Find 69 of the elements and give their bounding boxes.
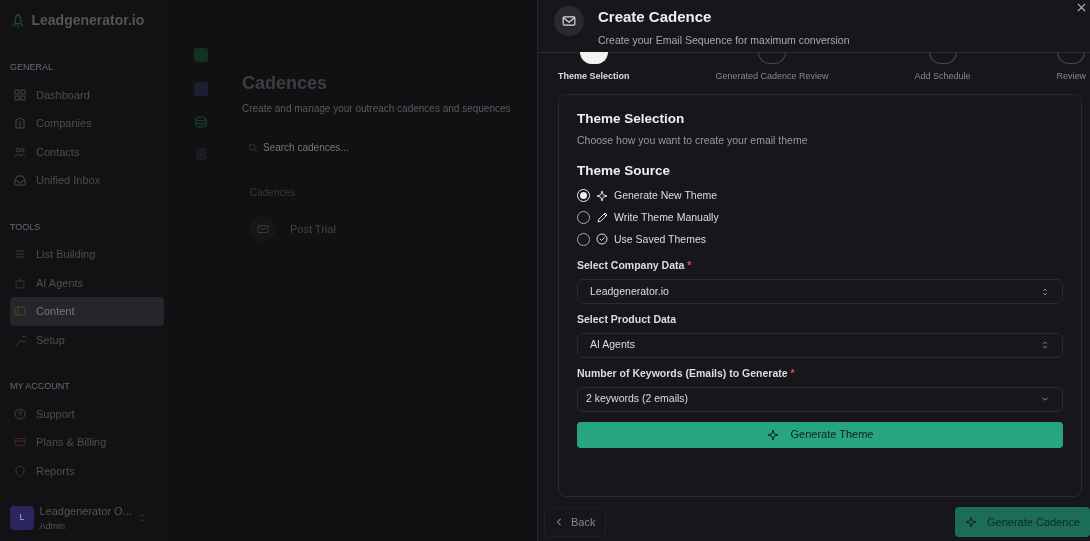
chevron-updown-icon — [1040, 340, 1050, 351]
section-title: Theme Source — [577, 161, 672, 180]
mail-icon — [250, 216, 276, 242]
chevron-left-icon — [555, 518, 563, 526]
nav-item[interactable]: Dashboard — [10, 80, 164, 109]
section-title: Theme Selection — [577, 109, 686, 128]
search-field[interactable]: Search cadences... — [263, 134, 395, 161]
select-field[interactable]: 2 keywords (2 emails) — [577, 386, 1063, 412]
grid-icon — [14, 88, 26, 101]
check-circle-icon — [596, 233, 608, 246]
option-label: Write Theme Manually — [614, 209, 719, 225]
step-label: Add Schedule — [914, 70, 971, 84]
back-button[interactable]: Back — [544, 506, 607, 538]
nav-item[interactable]: Content — [10, 297, 164, 326]
required-mark: * — [790, 366, 795, 379]
section-heading: MY ACCOUNT — [10, 380, 71, 393]
layout-icon — [14, 305, 26, 318]
generate-cadence-button[interactable]: Generate Cadence — [955, 506, 1090, 538]
chevron-updown-icon — [1040, 286, 1050, 297]
section-heading: TOOLS — [10, 220, 42, 234]
user-menu[interactable]: L Leadgenerator O... Admin — [10, 503, 164, 533]
pencil-icon — [596, 211, 608, 224]
page-subtitle: Create and manage your outreach cadences and sequences — [242, 102, 512, 116]
rocket-icon — [10, 12, 26, 29]
user-name: Leadgenerator O... — [39, 504, 132, 519]
robot-icon — [14, 276, 26, 289]
document-icon[interactable] — [195, 148, 207, 160]
select-field[interactable]: AI Agents — [577, 332, 1063, 358]
nav-item[interactable]: Setup — [10, 325, 164, 354]
step-label: Theme Selection — [558, 70, 630, 84]
help-icon — [14, 407, 26, 420]
database-icon[interactable] — [195, 116, 207, 128]
brand-name: Leadgenerator.io — [31, 11, 145, 30]
sparkle-icon — [965, 516, 978, 528]
card-icon — [14, 436, 26, 449]
shield-icon — [14, 464, 26, 477]
sparkle-icon — [596, 189, 608, 202]
nav-item[interactable]: Unified Inbox — [10, 166, 164, 195]
people-icon — [14, 145, 26, 158]
step-label: Review — [1056, 70, 1086, 84]
rail-icon[interactable] — [194, 82, 208, 96]
search-icon — [247, 142, 258, 153]
nav-item[interactable]: List Building — [10, 240, 164, 269]
nav-item[interactable]: AI Agents — [10, 268, 164, 297]
building-icon — [14, 117, 26, 130]
field-label: Number of Keywords (Emails) to Generate — [577, 366, 788, 379]
sparkle-icon — [766, 428, 779, 441]
nav-item[interactable]: Reports — [10, 456, 164, 485]
nav-item[interactable]: Contacts — [10, 137, 164, 166]
option-label: Use Saved Themes — [614, 231, 707, 247]
modal-title: Create Cadence — [598, 7, 713, 27]
field-label: Select Company Data — [577, 259, 685, 272]
required-mark: * — [687, 259, 692, 272]
user-role: Admin — [39, 519, 66, 533]
inbox-icon — [14, 174, 26, 187]
nav-item[interactable]: Companies — [10, 109, 164, 138]
step-label: Generated Cadence Review — [715, 70, 829, 84]
nav-item[interactable]: Support — [10, 399, 164, 428]
mail-icon — [554, 6, 584, 36]
rail-icon[interactable] — [194, 48, 208, 62]
select-field[interactable]: Leadgenerator.io — [577, 279, 1063, 304]
section-heading: GENERAL — [10, 61, 54, 74]
option-label: Generate New Theme — [614, 188, 718, 203]
field-label: Select Product Data — [577, 313, 677, 325]
nav-item[interactable]: Plans & Billing — [10, 428, 164, 457]
section-subtitle: Choose how you want to create your email theme — [577, 133, 809, 148]
modal-subtitle: Create your Email Sequence for maximum conversion — [598, 32, 850, 48]
generate-theme-button[interactable]: Generate Theme — [577, 421, 1063, 448]
avatar: L — [10, 506, 34, 530]
